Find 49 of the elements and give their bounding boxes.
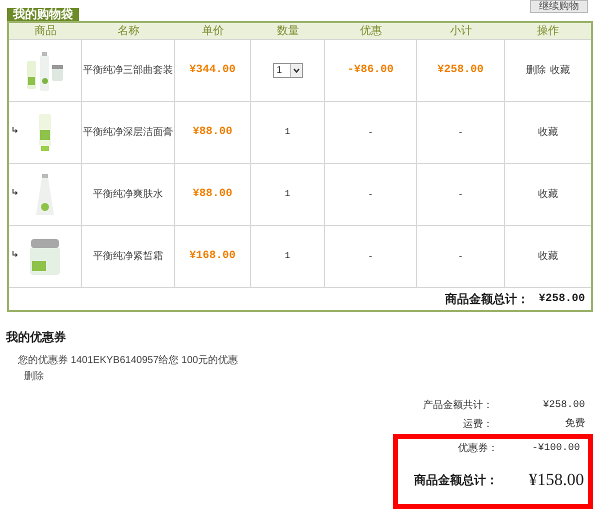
- coupon-title: 我的优惠券: [6, 329, 67, 346]
- summary-label: 产品金额共计：: [422, 398, 493, 413]
- product-name: 平衡纯净紧皙霜: [93, 250, 163, 264]
- subtotal-value: -: [458, 126, 462, 140]
- delete-coupon-link[interactable]: 删除: [24, 369, 44, 384]
- summary-value: -¥100.00: [530, 442, 581, 456]
- action-link[interactable]: 收藏: [550, 63, 570, 78]
- product-name: 平衡纯净三部曲套装: [83, 64, 173, 78]
- column-header: 优惠: [359, 24, 383, 39]
- quantity-select[interactable]: 1: [272, 63, 302, 78]
- summary-label: 优惠券：: [457, 442, 498, 456]
- column-header: 小计: [449, 24, 473, 39]
- grand-total-value: ¥158.00: [528, 469, 585, 492]
- unit-price: ¥88.00: [192, 187, 232, 202]
- column-header: 名称: [116, 24, 140, 39]
- action-link[interactable]: 收藏: [538, 125, 558, 140]
- unit-price: ¥88.00: [192, 125, 232, 140]
- discount-value: -: [368, 126, 372, 140]
- column-header: 商品: [34, 24, 58, 39]
- action-link[interactable]: 收藏: [538, 249, 558, 264]
- product-name: 平衡纯净爽肤水: [93, 188, 163, 202]
- column-header: 数量: [276, 24, 300, 39]
- action-link[interactable]: 删除: [526, 63, 546, 78]
- subtotal-value: -: [458, 188, 462, 202]
- summary-value: ¥258.00: [542, 399, 586, 413]
- unit-price: ¥344.00: [189, 63, 236, 78]
- summary-value: 免费: [564, 417, 586, 432]
- discount-value: -: [368, 250, 372, 264]
- column-header: 单价: [201, 24, 225, 39]
- grand-total-label: 商品金额总计：: [413, 472, 498, 489]
- continue-shopping-button[interactable]: 继续购物: [530, 0, 588, 13]
- unit-price: ¥168.00: [189, 249, 236, 264]
- sub-item-arrow-icon: [12, 189, 18, 195]
- discount-value: -¥86.00: [347, 63, 394, 78]
- coupon-text: 您的优惠券 1401EKYB6140957给您 100元的优惠: [18, 354, 240, 368]
- column-header: 操作: [536, 24, 560, 39]
- total-value: ¥258.00: [538, 292, 585, 307]
- sub-item-arrow-icon: [12, 251, 18, 257]
- quantity-value: 1: [284, 188, 290, 201]
- subtotal-value: ¥258.00: [437, 63, 484, 78]
- summary-label: 运费：: [462, 418, 493, 432]
- discount-value: -: [368, 188, 372, 202]
- total-label: 商品金额总计：: [444, 291, 529, 308]
- quantity-value: 1: [284, 126, 290, 139]
- subtotal-value: -: [458, 250, 462, 264]
- quantity-value: 1: [284, 250, 290, 263]
- action-link[interactable]: 收藏: [538, 187, 558, 202]
- sub-item-arrow-icon: [12, 127, 18, 133]
- product-name: 平衡纯净深层洁面膏: [83, 126, 173, 140]
